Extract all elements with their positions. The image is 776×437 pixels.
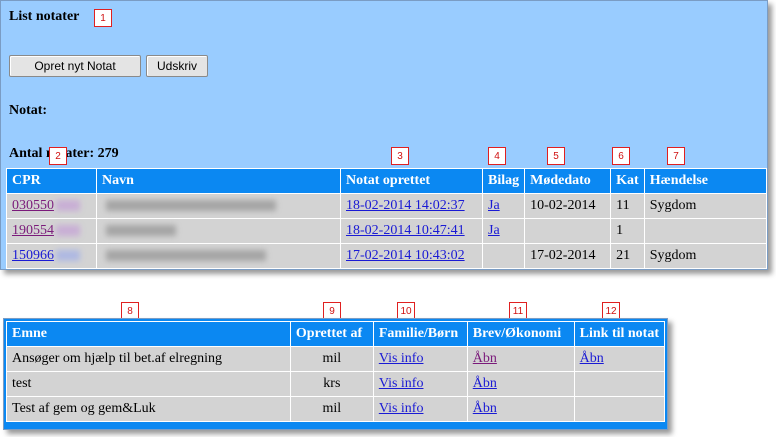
marker-3: 3: [391, 147, 409, 165]
kat-cell: 21: [610, 243, 645, 269]
created-cell: 17-02-2014 10:43:02: [340, 243, 483, 269]
cpr-cell: 190554: [6, 218, 97, 244]
family-cell: Vis info: [372, 396, 468, 422]
col-created[interactable]: Notat oprettet: [340, 168, 483, 194]
detail-table: Emne Oprettet af Familie/Børn Brev/Økono…: [6, 321, 666, 422]
name-cell: [96, 193, 341, 219]
col-author[interactable]: Oprettet af: [289, 321, 374, 347]
cpr-cell: 030550: [6, 193, 97, 219]
cpr-cell: 150966: [6, 243, 97, 269]
marker-4: 4: [488, 147, 506, 165]
kat-cell: 1: [610, 218, 645, 244]
note-label: Notat:: [9, 103, 48, 118]
letter-cell: Åbn: [466, 396, 575, 422]
name-cell: [96, 243, 341, 269]
redacted-name: [106, 200, 276, 212]
table-row: Test af gem og gem&Luk mil Vis info Åbn: [6, 396, 666, 422]
col-kat[interactable]: Kat: [610, 168, 645, 194]
col-subject[interactable]: Emne: [6, 321, 291, 347]
bilag-link[interactable]: Ja: [488, 223, 500, 238]
cpr-link[interactable]: 190554: [12, 223, 54, 238]
name-cell: [96, 218, 341, 244]
letter-cell: Åbn: [466, 346, 575, 372]
col-letter[interactable]: Brev/Økonomi: [466, 321, 575, 347]
event-cell: Sygdom: [643, 243, 768, 269]
marker-7: 7: [667, 147, 685, 165]
col-meeting-date[interactable]: Mødedato: [524, 168, 612, 194]
detail-header-row: Emne Oprettet af Familie/Børn Brev/Økono…: [6, 321, 666, 347]
link-cell: Åbn: [573, 346, 666, 372]
redacted-name: [106, 250, 266, 262]
author-cell: krs: [289, 371, 374, 397]
created-link[interactable]: 17-02-2014 10:43:02: [346, 248, 465, 263]
kat-cell: 11: [610, 193, 645, 219]
subject-cell: Test af gem og gem&Luk: [6, 396, 291, 422]
redacted-name: [106, 225, 176, 237]
col-family[interactable]: Familie/Børn: [372, 321, 468, 347]
subject-cell: Ansøger om hjælp til bet.af elregning: [6, 346, 291, 372]
note-open-link[interactable]: Åbn: [580, 351, 604, 366]
notes-table: CPR Navn Notat oprettet Bilag Mødedato K…: [6, 168, 768, 269]
event-cell: Sygdom: [643, 193, 768, 219]
family-cell: Vis info: [372, 371, 468, 397]
print-button[interactable]: Udskriv: [146, 55, 208, 77]
letter-open-link[interactable]: Åbn: [473, 376, 497, 391]
col-event[interactable]: Hændelse: [643, 168, 768, 194]
link-cell: [573, 371, 666, 397]
created-link[interactable]: 18-02-2014 10:47:41: [346, 223, 465, 238]
bilag-cell: Ja: [481, 218, 526, 244]
bilag-cell: Ja: [481, 193, 526, 219]
redacted-block: [56, 250, 80, 262]
cpr-link[interactable]: 030550: [12, 198, 54, 213]
redacted-block: [56, 225, 80, 237]
new-note-button[interactable]: Opret nyt Notat: [9, 55, 141, 77]
meeting-cell: [524, 218, 612, 244]
created-cell: 18-02-2014 14:02:37: [340, 193, 483, 219]
meeting-cell: 10-02-2014: [524, 193, 612, 219]
table-row: 190554 18-02-2014 10:47:41 Ja 1: [6, 218, 768, 244]
bilag-cell: [481, 243, 526, 269]
marker-6: 6: [612, 147, 630, 165]
col-bilag[interactable]: Bilag: [481, 168, 526, 194]
bilag-link[interactable]: Ja: [488, 198, 500, 213]
table-row: Ansøger om hjælp til bet.af elregning mi…: [6, 346, 666, 372]
author-cell: mil: [289, 396, 374, 422]
created-link[interactable]: 18-02-2014 14:02:37: [346, 198, 465, 213]
family-info-link[interactable]: Vis info: [379, 351, 424, 366]
table-row: 030550 18-02-2014 14:02:37 Ja 10-02-2014…: [6, 193, 768, 219]
marker-1: 1: [94, 9, 112, 27]
col-cpr[interactable]: CPR: [6, 168, 97, 194]
marker-2: 2: [49, 147, 67, 165]
meeting-cell: 17-02-2014: [524, 243, 612, 269]
subject-cell: test: [6, 371, 291, 397]
family-info-link[interactable]: Vis info: [379, 376, 424, 391]
notes-header-row: CPR Navn Notat oprettet Bilag Mødedato K…: [6, 168, 768, 194]
letter-open-link[interactable]: Åbn: [473, 351, 497, 366]
created-cell: 18-02-2014 10:47:41: [340, 218, 483, 244]
link-cell: [573, 396, 666, 422]
letter-cell: Åbn: [466, 371, 575, 397]
marker-5: 5: [547, 147, 565, 165]
family-info-link[interactable]: Vis info: [379, 401, 424, 416]
author-cell: mil: [289, 346, 374, 372]
family-cell: Vis info: [372, 346, 468, 372]
table-row: test krs Vis info Åbn: [6, 371, 666, 397]
table-row: 150966 17-02-2014 10:43:02 17-02-2014 21…: [6, 243, 768, 269]
page-title: List notater: [9, 9, 80, 24]
col-name[interactable]: Navn: [96, 168, 341, 194]
letter-open-link[interactable]: Åbn: [473, 401, 497, 416]
col-link[interactable]: Link til notat: [573, 321, 666, 347]
cpr-link[interactable]: 150966: [12, 248, 54, 263]
event-cell: [643, 218, 768, 244]
redacted-block: [56, 200, 80, 212]
